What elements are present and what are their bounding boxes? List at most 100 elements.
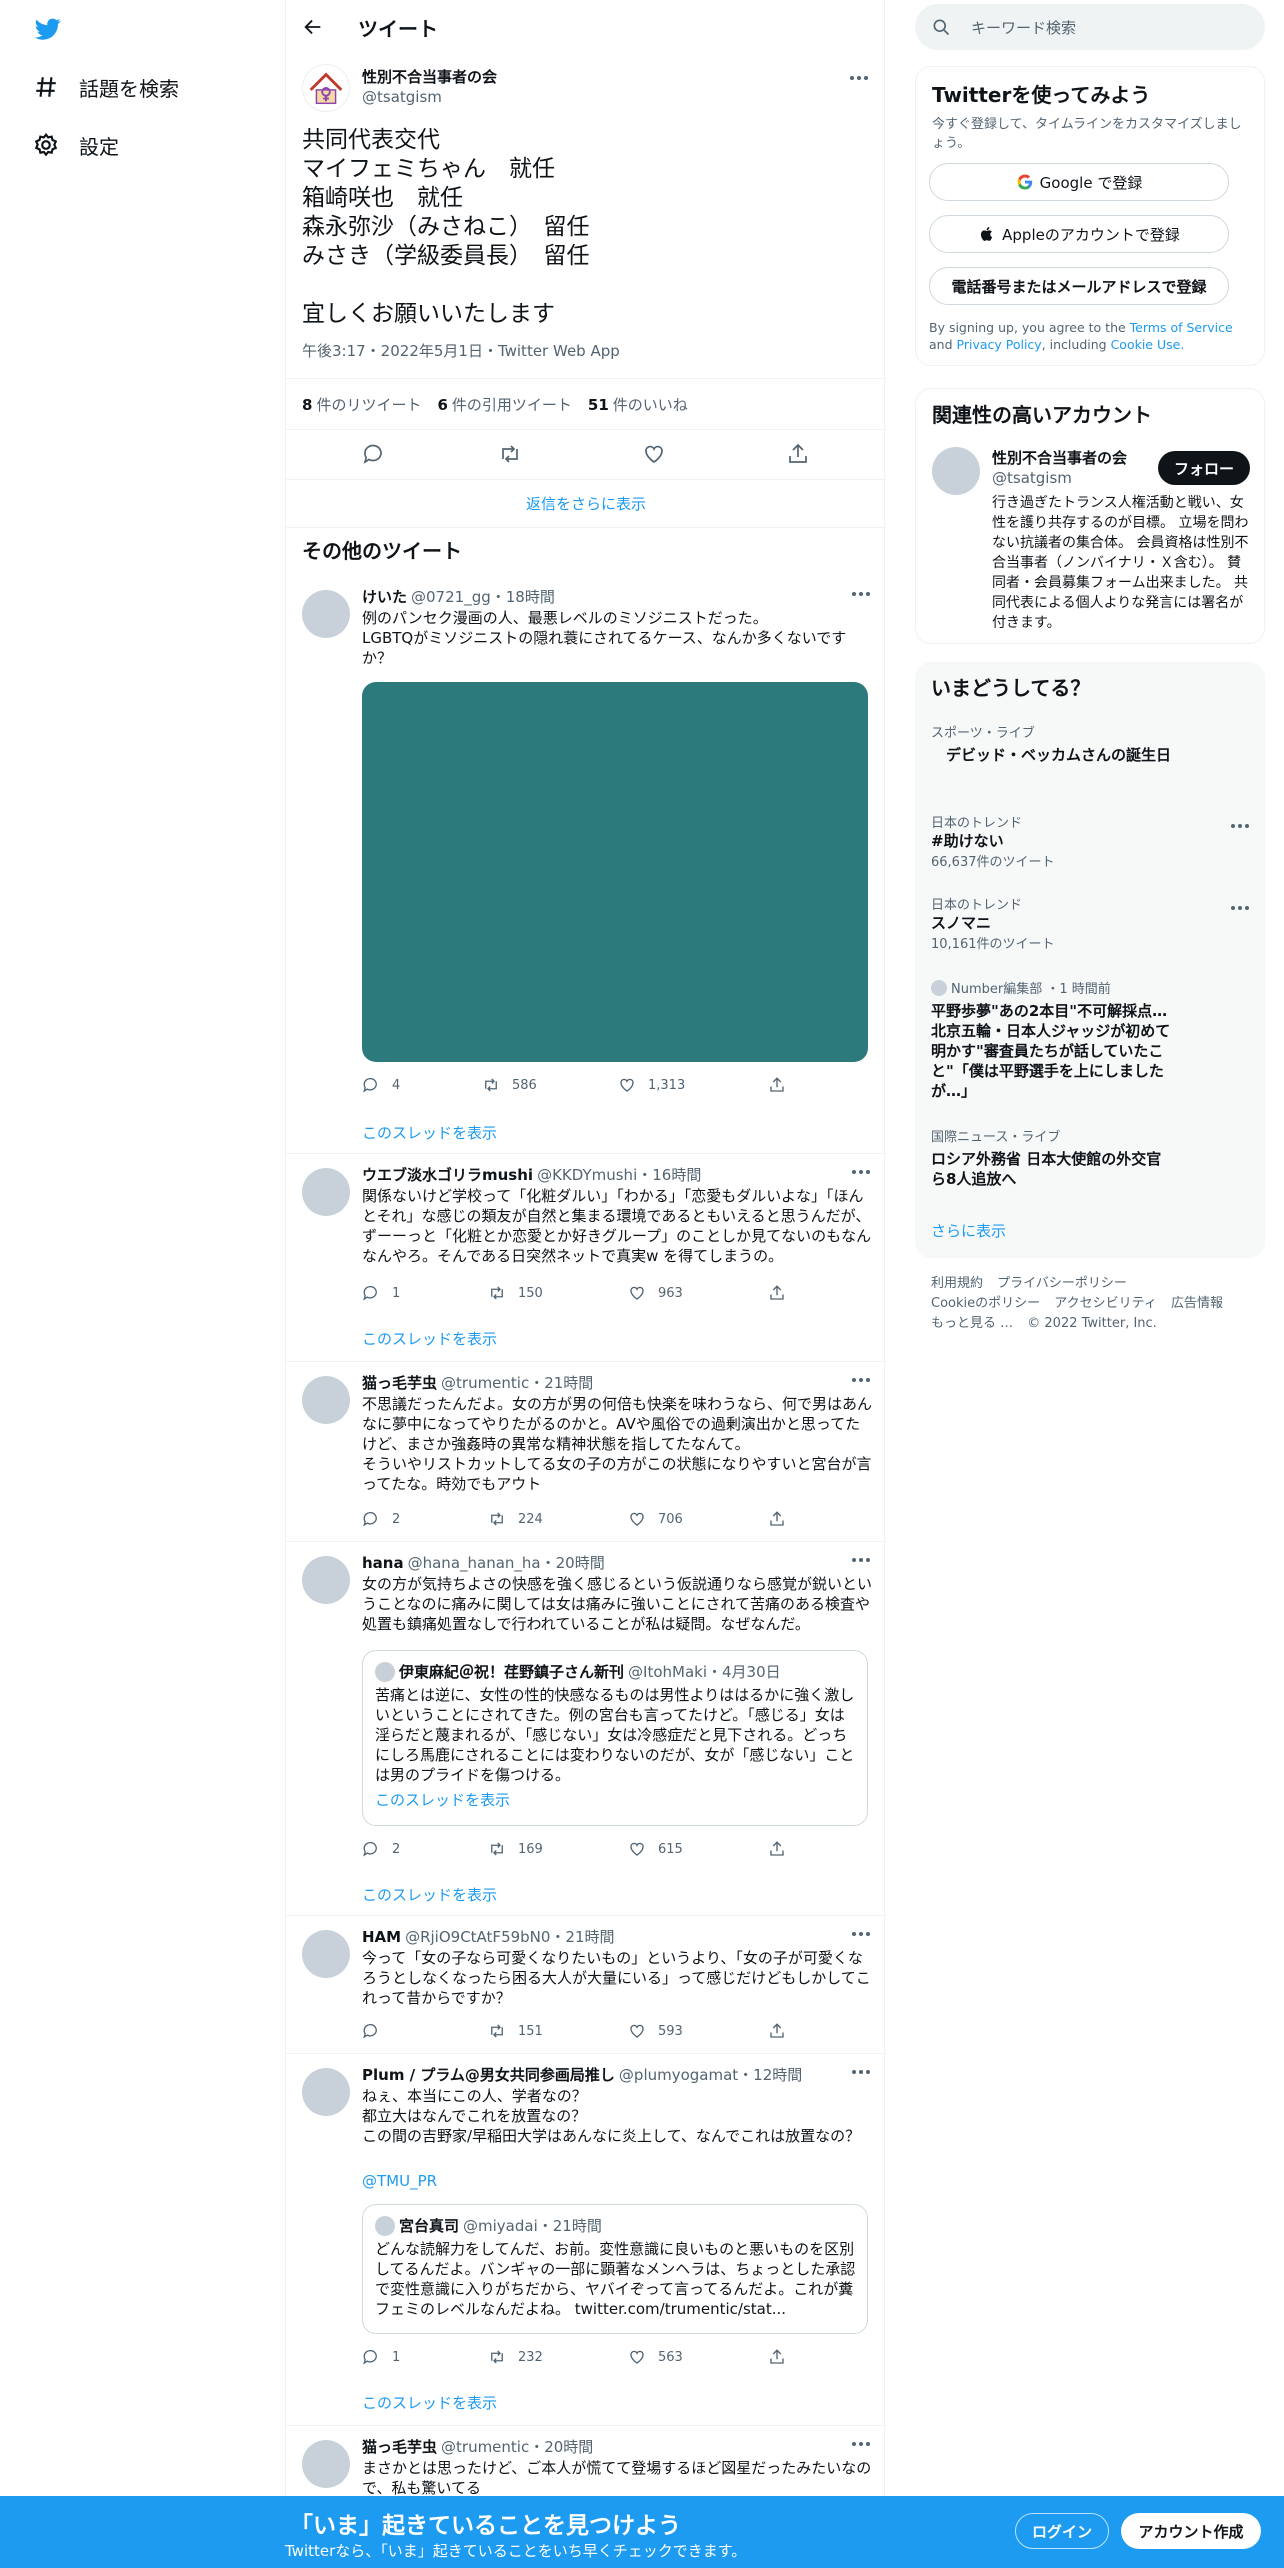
show-thread-link[interactable]: このスレッドを表示: [362, 1122, 497, 1143]
more-icon[interactable]: [852, 1932, 874, 1938]
footer-more-link[interactable]: もっと見る …: [931, 1316, 1013, 1331]
author-name[interactable]: Plum / プラム@男女共同参画局推し: [362, 2066, 615, 2084]
avatar[interactable]: [302, 1376, 350, 1424]
retweet-button[interactable]: 151: [488, 2022, 543, 2040]
footer-ads-link[interactable]: 広告情報: [1171, 1296, 1223, 1311]
share-button[interactable]: [768, 1076, 798, 1094]
tweet-media-image[interactable]: [362, 682, 868, 1062]
avatar[interactable]: [302, 590, 350, 638]
login-button[interactable]: ログイン: [1015, 2513, 1109, 2549]
retweet-button[interactable]: 169: [488, 1840, 543, 1858]
phone-email-signup-button[interactable]: 電話番号またはメールアドレスで登録: [929, 267, 1229, 305]
like-button[interactable]: 1,313: [618, 1076, 685, 1094]
main-tweet-handle[interactable]: @tsatgism: [362, 88, 442, 106]
mention-link[interactable]: @TMU_PR: [362, 2172, 437, 2190]
cookie-link[interactable]: Cookie Use.: [1111, 337, 1185, 352]
retweet-button[interactable]: 586: [482, 1076, 537, 1094]
more-icon[interactable]: [852, 1558, 874, 1564]
more-icon[interactable]: [850, 76, 872, 82]
share-button[interactable]: [768, 1510, 798, 1528]
footer-accessibility-link[interactable]: アクセシビリティ: [1054, 1296, 1157, 1311]
trend-item[interactable]: 国際ニュース・ライブ ロシア外務省 日本大使館の外交官ら8人追放へ: [931, 1126, 1251, 1189]
author-name[interactable]: HAM: [362, 1928, 401, 1946]
like-button[interactable]: 963: [628, 1284, 683, 1302]
avatar[interactable]: [302, 1556, 350, 1604]
retweet-button[interactable]: 232: [488, 2348, 543, 2366]
retweet-button[interactable]: 150: [488, 1284, 543, 1302]
back-arrow-icon[interactable]: [302, 16, 324, 38]
reply-button[interactable]: 4: [362, 1076, 400, 1094]
author-meta[interactable]: @trumentic・21時間: [441, 1374, 593, 1392]
privacy-link[interactable]: Privacy Policy: [957, 337, 1042, 352]
tweet-card[interactable]: hana @hana_hanan_ha・20時間 女の方が気持ちよさの快感を強く感…: [286, 1542, 886, 1916]
main-tweet-meta[interactable]: 午後3:17・2022年5月1日・Twitter Web App: [302, 340, 620, 361]
retweet-stat[interactable]: 8 件のリツイート: [302, 394, 421, 415]
reply-button[interactable]: 1: [362, 1284, 400, 1302]
retweet-button[interactable]: 224: [488, 1510, 543, 1528]
avatar[interactable]: [302, 2068, 350, 2116]
like-button[interactable]: 563: [628, 2348, 683, 2366]
more-icon[interactable]: [852, 1170, 874, 1176]
trend-item[interactable]: 日本のトレンド スノマニ 10,161件のツイート: [931, 894, 1251, 952]
author-meta[interactable]: @RjiO9CtAtF59bN0・21時間: [405, 1928, 614, 1946]
author-name[interactable]: けいた: [362, 588, 407, 606]
quote-stat[interactable]: 6 件の引用ツイート: [437, 394, 571, 415]
tweet-card[interactable]: HAM @RjiO9CtAtF59bN0・21時間 今って「女の子なら可愛くなりた…: [286, 1916, 886, 2054]
related-account-handle[interactable]: @tsatgism: [992, 469, 1072, 487]
author-meta[interactable]: @hana_hanan_ha・20時間: [408, 1554, 605, 1572]
footer-terms-link[interactable]: 利用規約: [931, 1276, 983, 1291]
apple-signup-button[interactable]: Appleのアカウントで登録: [929, 215, 1229, 253]
share-button[interactable]: [768, 1284, 798, 1302]
author-name[interactable]: hana: [362, 1554, 404, 1572]
more-icon[interactable]: [852, 592, 874, 598]
share-button[interactable]: [768, 2022, 798, 2040]
author-name[interactable]: 猫っ毛芋虫: [362, 1374, 437, 1392]
related-account-name[interactable]: 性別不合当事者の会: [992, 447, 1127, 468]
nav-explore[interactable]: 話題を検索: [33, 67, 179, 107]
show-thread-link[interactable]: このスレッドを表示: [362, 1328, 497, 1349]
quoted-show-thread-link[interactable]: このスレッドを表示: [375, 1789, 510, 1810]
follow-button[interactable]: フォロー: [1158, 451, 1250, 485]
more-icon[interactable]: [852, 1378, 874, 1384]
reply-icon[interactable]: [362, 442, 386, 466]
footer-cookie-link[interactable]: Cookieのポリシー: [931, 1296, 1040, 1311]
like-button[interactable]: 593: [628, 2022, 683, 2040]
tweet-card[interactable]: Plum / プラム@男女共同参画局推し @plumyogamat・12時間 ねぇ…: [286, 2054, 886, 2426]
more-icon[interactable]: [852, 2442, 874, 2448]
like-button[interactable]: 706: [628, 1510, 683, 1528]
avatar[interactable]: [302, 1930, 350, 1978]
quoted-tweet[interactable]: 宮台真司 @miyadai・21時間 どんな読解力をしてんだ、お前。変性意識に良い…: [362, 2204, 868, 2334]
quoted-tweet[interactable]: 伊東麻紀＠祝！荏野鎮子さん新刊 @ItohMaki・4月30日 苦痛とは逆に、女性…: [362, 1650, 868, 1826]
share-button[interactable]: [768, 2348, 798, 2366]
twitter-logo-icon[interactable]: [33, 16, 63, 42]
terms-link[interactable]: Terms of Service: [1130, 320, 1233, 335]
reply-button[interactable]: 2: [362, 1840, 400, 1858]
like-button[interactable]: 615: [628, 1840, 683, 1858]
main-tweet-author[interactable]: 性別不合当事者の会: [362, 66, 497, 87]
search-bar[interactable]: キーワード検索: [915, 4, 1265, 50]
reply-button[interactable]: 2: [362, 1510, 400, 1528]
nav-settings[interactable]: 設定: [33, 125, 119, 165]
reply-button[interactable]: [362, 2022, 392, 2040]
avatar[interactable]: [302, 1168, 350, 1216]
author-name[interactable]: ウエブ淡水ゴリラmushi: [362, 1166, 533, 1184]
avatar[interactable]: [302, 2440, 350, 2488]
tweet-card[interactable]: けいた @0721_gg・18時間 例のパンセク漫画の人、最悪レベルのミソジニスト…: [286, 576, 886, 1154]
author-meta[interactable]: @0721_gg・18時間: [411, 588, 555, 606]
trend-item[interactable]: Number編集部 ・1 時間前 平野歩夢"あの2本目"不可解採点…北京五輪・日…: [931, 978, 1251, 1101]
google-signup-button[interactable]: Google で登録: [929, 163, 1229, 201]
show-thread-link[interactable]: このスレッドを表示: [362, 2392, 497, 2413]
more-icon[interactable]: [1231, 824, 1253, 830]
avatar[interactable]: [302, 64, 350, 112]
share-icon[interactable]: [786, 442, 810, 466]
signup-button[interactable]: アカウント作成: [1121, 2513, 1261, 2549]
like-stat[interactable]: 51 件のいいね: [588, 394, 688, 415]
footer-privacy-link[interactable]: プライバシーポリシー: [997, 1276, 1127, 1291]
reply-button[interactable]: 1: [362, 2348, 400, 2366]
tweet-card[interactable]: 猫っ毛芋虫 @trumentic・21時間 不思議だったんだよ。女の方が男の何倍も…: [286, 1362, 886, 1542]
author-name[interactable]: 猫っ毛芋虫: [362, 2438, 437, 2456]
retweet-icon[interactable]: [498, 442, 522, 466]
author-meta[interactable]: @KKDYmushi・16時間: [537, 1166, 701, 1184]
trend-item[interactable]: スポーツ・ライブ デビッド・ベッカムさんの誕生日: [931, 722, 1251, 765]
show-more-replies-link[interactable]: 返信をさらに表示: [286, 480, 886, 528]
